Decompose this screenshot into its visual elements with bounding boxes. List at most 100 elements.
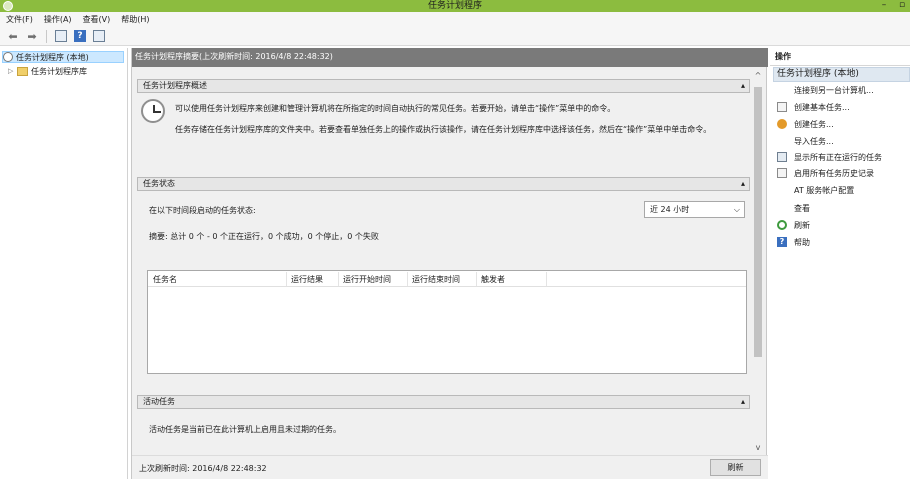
status-range-select[interactable]: 近 24 小时 ⌵ [644,201,745,218]
actions-pane: 操作 任务计划程序 (本地) 连接到另一台计算机... 创建基本任务... 创建… [770,48,910,479]
action-create-basic-task[interactable]: 创建基本任务... [770,99,910,115]
summary-pane: 任务计划程序摘要(上次刷新时间: 2016/4/8 22:48:32) 任务计划… [131,48,768,479]
status-range-label: 在以下时间段启动的任务状态: [149,206,256,215]
status-summary: 摘要: 总计 0 个 - 0 个正在运行，0 个成功，0 个停止，0 个失败 [149,232,379,241]
collapse-icon[interactable]: ▴ [741,80,745,92]
running-tasks-icon [777,152,787,162]
window-title: 任务计划程序 [427,1,482,11]
summary-header: 任务计划程序摘要(上次刷新时间: 2016/4/8 22:48:32) [132,48,768,67]
status-range-value: 近 24 小时 [650,205,690,214]
refresh-icon [777,220,787,230]
create-basic-task-icon [777,102,787,112]
help-icon: ? [74,30,86,42]
summary-scrollbar[interactable]: ^ v [753,71,763,452]
show-hide-action-pane-icon [93,30,105,42]
action-label: 查看 [794,204,810,213]
console-tree: 任务计划程序 (本地) ▷ 任务计划程序库 [0,48,128,479]
action-label: 帮助 [794,238,810,247]
task-status-section-title: 任务状态 [143,179,175,188]
action-enable-history[interactable]: 启用所有任务历史记录 [770,165,910,181]
active-tasks-section-header[interactable]: 活动任务 ▴ [137,395,750,409]
menu-action[interactable]: 操作(A) [44,14,72,25]
action-label: 显示所有正在运行的任务 [794,153,882,162]
menu-bar: 文件(F) 操作(A) 查看(V) 帮助(H) [0,12,910,27]
overview-section-title: 任务计划程序概述 [143,81,207,90]
action-refresh[interactable]: 刷新 [770,217,910,233]
toolbar-separator [46,29,47,43]
show-hide-action-pane-button[interactable] [91,29,107,44]
history-icon [777,168,787,178]
table-header: 任务名 运行结果 运行开始时间 运行结束时间 触发者 [148,271,746,287]
toolbar: ⬅ ➡ ? [0,27,910,46]
scrollbar-thumb[interactable] [754,87,762,357]
show-hide-console-tree-button[interactable] [53,29,69,44]
action-create-task[interactable]: 创建任务... [770,116,910,132]
column-divider[interactable] [286,272,287,286]
maximize-button[interactable]: ▫ [896,0,908,12]
column-divider[interactable] [338,272,339,286]
action-label: 刷新 [794,221,810,230]
minimize-button[interactable]: – [878,0,890,12]
overview-paragraph-2: 任务存储在任务计划程序库的文件夹中。若要查看单独任务上的操作或执行该操作，请在任… [175,125,712,134]
overview-section-header[interactable]: 任务计划程序概述 ▴ [137,79,750,93]
column-run-result[interactable]: 运行结果 [291,274,323,285]
task-status-table[interactable]: 任务名 运行结果 运行开始时间 运行结束时间 触发者 [147,270,747,374]
action-label: 导入任务... [794,137,834,146]
collapse-icon[interactable]: ▴ [741,396,745,408]
show-hide-console-tree-icon [55,30,67,42]
action-connect-computer[interactable]: 连接到另一台计算机... [770,82,910,98]
active-tasks-section-title: 活动任务 [143,397,175,406]
action-label: 启用所有任务历史记录 [794,169,874,178]
column-task-name[interactable]: 任务名 [153,274,177,285]
summary-content: 任务计划程序概述 ▴ 可以使用任务计划程序来创建和管理计算机将在所指定的时间自动… [137,79,750,449]
tree-item-library[interactable]: ▷ 任务计划程序库 [8,65,87,77]
create-task-icon [777,119,787,129]
overview-section: 任务计划程序概述 ▴ 可以使用任务计划程序来创建和管理计算机将在所指定的时间自动… [137,79,750,177]
folder-icon [17,66,28,76]
column-triggered-by[interactable]: 触发者 [481,274,505,285]
tree-item-root[interactable]: 任务计划程序 (本地) [2,51,124,63]
action-view[interactable]: 查看 [770,200,910,216]
menu-view[interactable]: 查看(V) [83,14,111,25]
action-show-running-tasks[interactable]: 显示所有正在运行的任务 [770,149,910,165]
task-scheduler-window: 任务计划程序 – ▫ 文件(F) 操作(A) 查看(V) 帮助(H) ⬅ ➡ ? [0,0,910,479]
title-bar[interactable]: 任务计划程序 – ▫ [0,0,910,12]
menu-help[interactable]: 帮助(H) [121,14,149,25]
forward-arrow-icon: ➡ [27,29,37,43]
task-status-section-header[interactable]: 任务状态 ▴ [137,177,750,191]
expand-arrow-icon[interactable]: ▷ [8,67,14,75]
column-divider[interactable] [407,272,408,286]
column-run-start[interactable]: 运行开始时间 [343,274,391,285]
action-label: 创建任务... [794,120,834,129]
clock-icon [3,52,13,62]
summary-footer: 上次刷新时间: 2016/4/8 22:48:32 刷新 [132,455,768,479]
help-button[interactable]: ? [72,29,88,44]
action-at-service-config[interactable]: AT 服务帐户配置 [770,182,910,198]
collapse-icon[interactable]: ▴ [741,178,745,190]
overview-paragraph-1: 可以使用任务计划程序来创建和管理计算机将在所指定的时间自动执行的常见任务。若要开… [175,104,616,113]
chevron-down-icon: ⌵ [733,205,740,214]
window-controls: – ▫ [878,0,908,12]
scroll-up-icon[interactable]: ^ [753,71,763,80]
active-tasks-section: 活动任务 ▴ 活动任务是当前已在此计算机上启用且未过期的任务。 [137,395,750,449]
last-refresh-time: 上次刷新时间: 2016/4/8 22:48:32 [139,464,267,473]
menu-file[interactable]: 文件(F) [6,14,33,25]
active-tasks-text: 活动任务是当前已在此计算机上启用且未过期的任务。 [149,425,341,434]
action-import-task[interactable]: 导入任务... [770,133,910,149]
column-divider[interactable] [476,272,477,286]
back-button[interactable]: ⬅ [5,29,21,44]
task-scheduler-clock-icon [141,99,165,123]
back-arrow-icon: ⬅ [8,29,18,43]
forward-button[interactable]: ➡ [24,29,40,44]
action-label: AT 服务帐户配置 [794,186,855,195]
task-status-section: 任务状态 ▴ 在以下时间段启动的任务状态: 近 24 小时 ⌵ 摘要: 总计 0… [137,177,750,390]
column-run-end[interactable]: 运行结束时间 [412,274,460,285]
actions-group-header[interactable]: 任务计划程序 (本地) [773,67,910,82]
actions-header: 操作 [770,48,910,66]
scroll-down-icon[interactable]: v [753,443,763,452]
tree-item-root-label: 任务计划程序 (本地) [16,52,89,62]
action-help[interactable]: ? 帮助 [770,234,910,250]
column-divider[interactable] [546,272,547,286]
refresh-button[interactable]: 刷新 [710,459,761,476]
tree-item-library-label: 任务计划程序库 [31,66,87,76]
